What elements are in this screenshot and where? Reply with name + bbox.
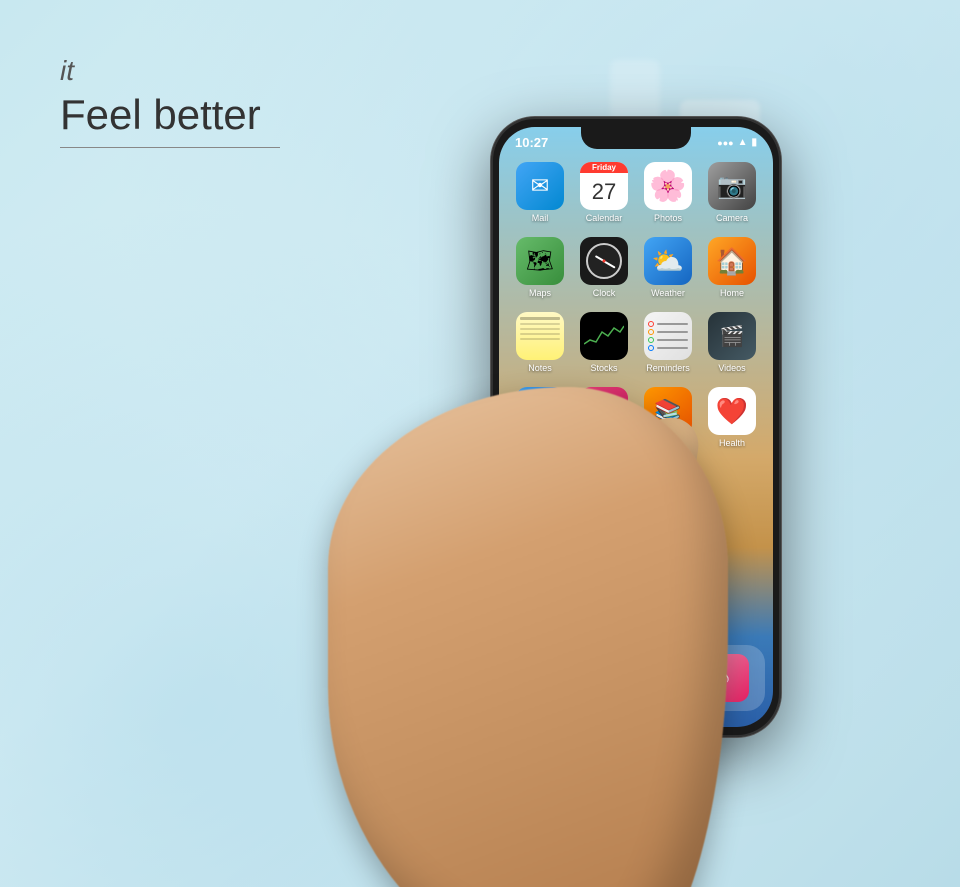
- app-icon-stocks[interactable]: Stocks: [579, 312, 629, 373]
- app-label-clock: Clock: [593, 288, 616, 298]
- app-label-maps: Maps: [529, 288, 551, 298]
- app-label-reminders: Reminders: [646, 363, 690, 373]
- app-label-calendar: Calendar: [586, 213, 623, 223]
- app-label-stocks: Stocks: [590, 363, 617, 373]
- app-label-camera: Camera: [716, 213, 748, 223]
- calendar-day-name: Friday: [580, 162, 628, 173]
- app-icon-mail[interactable]: ✉ Mail: [515, 162, 565, 223]
- app-icon-camera[interactable]: 📷 Camera: [707, 162, 757, 223]
- tagline-block: it Feel better: [60, 55, 280, 148]
- app-label-videos: Videos: [718, 363, 745, 373]
- app-icon-home[interactable]: 🏠 Home: [707, 237, 757, 298]
- battery-icon: ▮: [751, 137, 757, 148]
- app-label-mail: Mail: [532, 213, 549, 223]
- calendar-date-num: 27: [580, 173, 628, 210]
- wifi-icon: ▲: [738, 137, 748, 148]
- app-label-home: Home: [720, 288, 744, 298]
- app-icon-reminders[interactable]: Reminders: [643, 312, 693, 373]
- tagline-it: it: [60, 55, 280, 87]
- app-icon-clock[interactable]: Clock: [579, 237, 629, 298]
- app-icon-calendar[interactable]: Friday 27 Calendar: [579, 162, 629, 223]
- app-icon-videos[interactable]: 🎬 Videos: [707, 312, 757, 373]
- app-icon-health[interactable]: ❤️ Health: [707, 387, 757, 458]
- signal-icon: ●●●: [717, 138, 733, 148]
- app-label-notes: Notes: [528, 363, 552, 373]
- app-icon-photos[interactable]: 🌸 Photos: [643, 162, 693, 223]
- status-time: 10:27: [515, 135, 548, 150]
- app-label-weather: Weather: [651, 288, 685, 298]
- main-container: it Feel better 10:27 ●●● ▲ ▮: [0, 0, 960, 887]
- tagline-underline: [60, 147, 280, 148]
- hand-shape: [328, 387, 728, 887]
- app-icon-maps[interactable]: 🗺 Maps: [515, 237, 565, 298]
- app-icon-notes[interactable]: Notes: [515, 312, 565, 373]
- notch: [581, 127, 691, 149]
- tagline-main: Feel better: [60, 91, 280, 139]
- app-icon-weather[interactable]: ⛅ Weather: [643, 237, 693, 298]
- app-label-photos: Photos: [654, 213, 682, 223]
- status-icons: ●●● ▲ ▮: [717, 137, 757, 148]
- app-label-health: Health: [719, 438, 745, 448]
